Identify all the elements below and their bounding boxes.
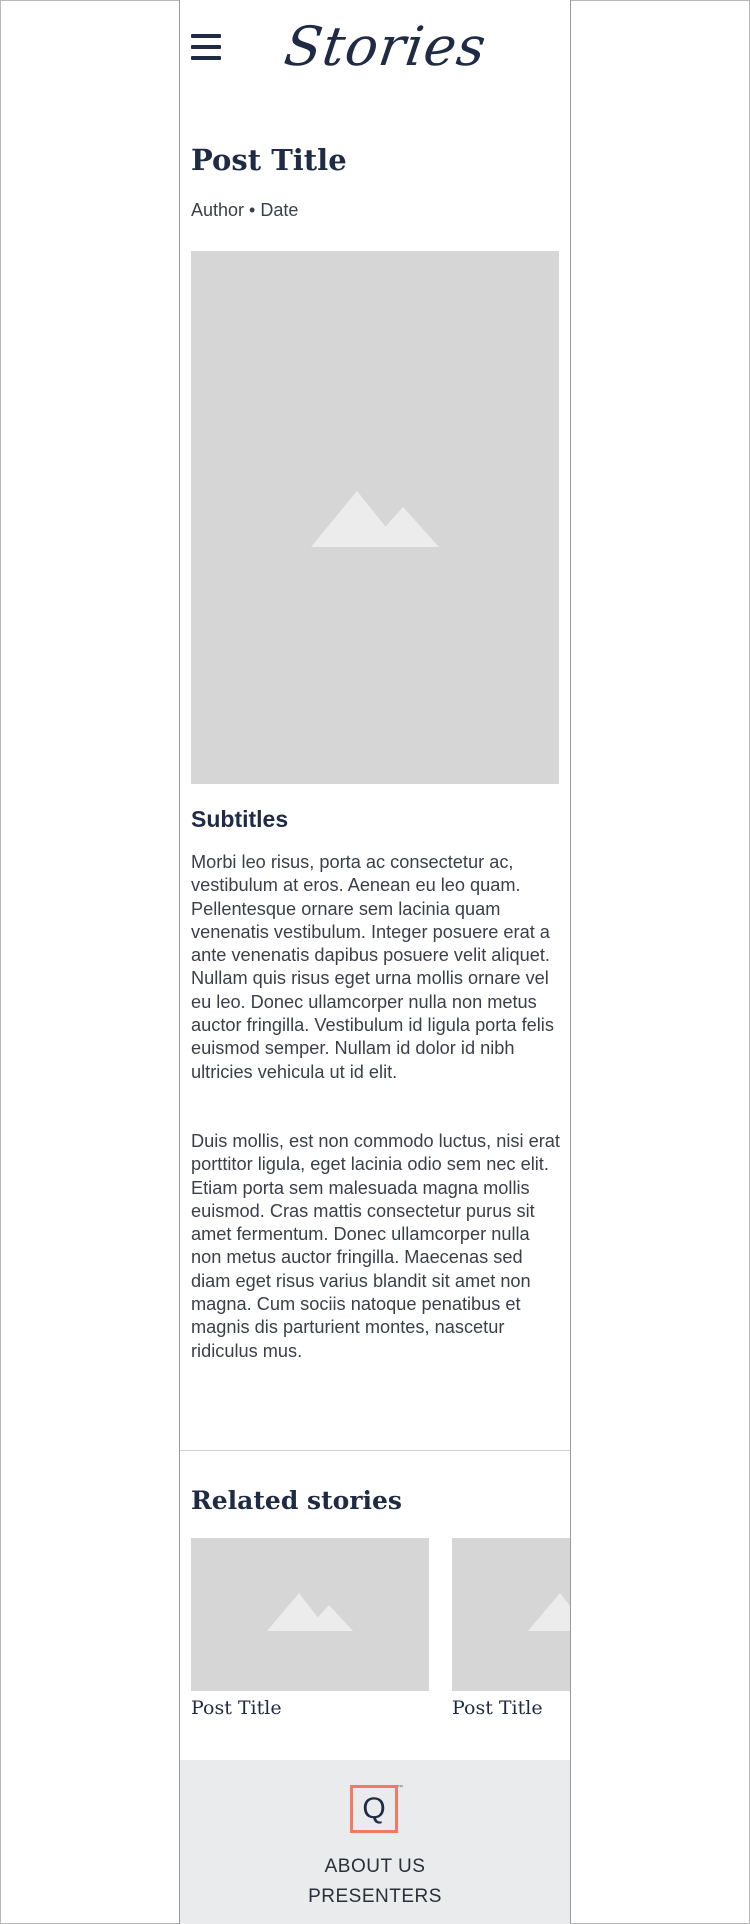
post-subtitle: Subtitles	[191, 806, 289, 832]
mobile-page[interactable]: Stories Post Title Author • Date Subtitl…	[179, 0, 571, 1924]
site-logo[interactable]: Stories	[280, 14, 491, 80]
trademark-mark: ™	[397, 1785, 403, 1791]
menu-bar-top	[191, 34, 221, 38]
image-placeholder-icon	[311, 491, 439, 547]
related-story-card[interactable]: Post Title	[452, 1538, 570, 1719]
post-title: Post Title	[191, 143, 347, 177]
footer-brand-logo[interactable]: Q ™	[350, 1785, 403, 1833]
section-divider	[180, 1450, 570, 1451]
body-paragraph: Duis mollis, est non commodo luctus, nis…	[191, 1131, 560, 1361]
hamburger-menu-icon[interactable]	[191, 34, 221, 60]
related-stories-heading: Related stories	[191, 1486, 402, 1515]
site-footer: Q ™ ABOUT US PRESENTERS	[180, 1760, 570, 1924]
related-story-title[interactable]: Post Title	[452, 1697, 570, 1719]
footer-link-presenters[interactable]: PRESENTERS	[180, 1886, 570, 1908]
hero-image	[191, 251, 559, 784]
q-logo-icon: Q	[362, 1792, 386, 1825]
footer-link-about-us[interactable]: ABOUT US	[180, 1856, 570, 1878]
related-story-thumbnail[interactable]	[452, 1538, 570, 1691]
body-paragraph: Morbi leo risus, porta ac consectetur ac…	[191, 852, 554, 1082]
menu-bar-bottom	[191, 56, 221, 60]
related-story-thumbnail[interactable]	[191, 1538, 429, 1691]
image-placeholder-icon	[267, 1593, 353, 1631]
image-placeholder-icon	[528, 1593, 570, 1631]
related-story-card[interactable]: Post Title	[191, 1538, 429, 1719]
related-story-title[interactable]: Post Title	[191, 1697, 429, 1719]
site-header: Stories	[180, 0, 570, 100]
post-byline: Author • Date	[191, 200, 299, 220]
menu-bar-middle	[191, 45, 221, 49]
